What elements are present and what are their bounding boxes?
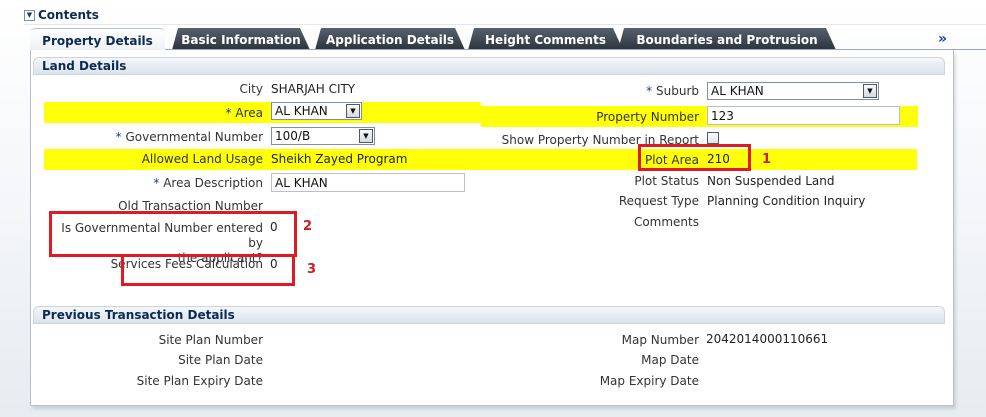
suburb-select[interactable]: AL KHAN ▼ <box>707 82 879 100</box>
site-plan-date-label: Site Plan Date <box>178 353 263 367</box>
allowed-land-usage-value: Sheikh Zayed Program <box>271 152 408 166</box>
land-details-title: Land Details <box>42 59 127 73</box>
tab-property-details[interactable]: Property Details <box>30 28 165 50</box>
map-number-value: 2042014000110661 <box>706 332 829 346</box>
collapse-toggle-icon[interactable]: ▼ <box>24 9 35 21</box>
previous-transaction-title: Previous Transaction Details <box>42 308 235 322</box>
area-select-value: AL KHAN <box>275 104 328 118</box>
dropdown-arrow-icon[interactable]: ▼ <box>346 104 360 118</box>
map-date-label: Map Date <box>641 353 699 367</box>
comments-label: Comments <box>633 215 699 229</box>
area-description-label: * Area Description <box>153 176 263 190</box>
property-number-input[interactable] <box>707 106 900 125</box>
land-details-header: Land Details <box>33 57 945 75</box>
suburb-label: * Suburb <box>646 84 699 98</box>
request-type-value: Planning Condition Inquiry <box>707 194 866 208</box>
annotation-box-is-governmental <box>49 211 297 257</box>
plot-status-value: Non Suspended Land <box>707 174 835 188</box>
map-number-label: Map Number <box>621 333 699 347</box>
tab-strip-background <box>826 28 986 50</box>
annotation-number-1: 1 <box>762 152 772 167</box>
allowed-land-usage-label: Allowed Land Usage <box>141 152 263 166</box>
request-type-label: Request Type <box>618 194 699 208</box>
tab-application-details[interactable]: Application Details <box>315 28 465 50</box>
area-label: * Area <box>225 106 263 120</box>
suburb-select-value: AL KHAN <box>711 84 764 98</box>
contents-header[interactable]: ▼ Contents <box>24 7 99 23</box>
tab-overflow-icon[interactable]: » <box>938 31 947 47</box>
previous-transaction-header: Previous Transaction Details <box>33 306 945 324</box>
area-description-input[interactable] <box>271 173 465 192</box>
governmental-number-select[interactable]: 100/B ▼ <box>271 127 375 145</box>
header-divider <box>24 24 986 25</box>
dropdown-arrow-icon[interactable]: ▼ <box>863 84 877 98</box>
site-plan-number-label: Site Plan Number <box>158 333 263 347</box>
dropdown-arrow-icon[interactable]: ▼ <box>359 129 373 143</box>
plot-status-label: Plot Status <box>634 174 699 188</box>
tab-basic-information[interactable]: Basic Information <box>172 28 310 50</box>
annotation-number-3: 3 <box>307 262 317 277</box>
annotation-box-plot-area <box>638 144 751 171</box>
tab-height-comments[interactable]: Height Comments <box>468 28 623 50</box>
city-label: City <box>239 82 263 96</box>
annotation-box-services-fees <box>121 254 295 286</box>
annotation-number-2: 2 <box>303 219 313 234</box>
site-plan-expiry-date-label: Site Plan Expiry Date <box>136 374 263 388</box>
property-number-label: Property Number <box>596 110 699 124</box>
city-value: SHARJAH CITY <box>271 82 356 96</box>
area-select[interactable]: AL KHAN ▼ <box>271 102 362 120</box>
contents-title: Contents <box>38 8 99 22</box>
tab-boundaries-and-protrusion[interactable]: Boundaries and Protrusion <box>618 28 836 50</box>
governmental-number-label: * Governmental Number <box>115 130 263 144</box>
map-expiry-date-label: Map Expiry Date <box>599 374 699 388</box>
show-property-number-checkbox[interactable] <box>707 132 719 144</box>
governmental-number-select-value: 100/B <box>275 129 311 143</box>
